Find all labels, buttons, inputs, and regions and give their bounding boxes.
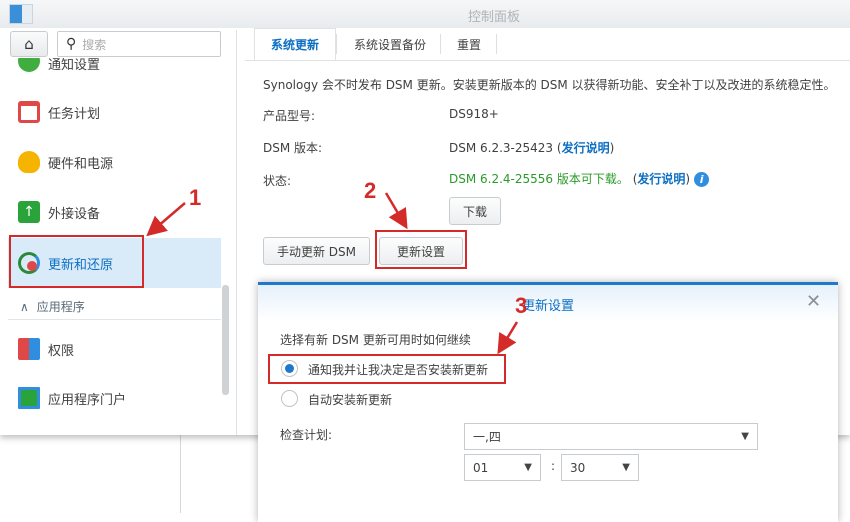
arrow-3 (497, 321, 519, 355)
arrow-2 (384, 192, 408, 230)
arrow-1 (146, 202, 186, 237)
annotation-number-1: 1 (189, 185, 202, 210)
annotation-number-3: 3 (515, 293, 528, 318)
annotation-arrows (146, 192, 519, 355)
annotation-number-2: 2 (364, 178, 377, 203)
